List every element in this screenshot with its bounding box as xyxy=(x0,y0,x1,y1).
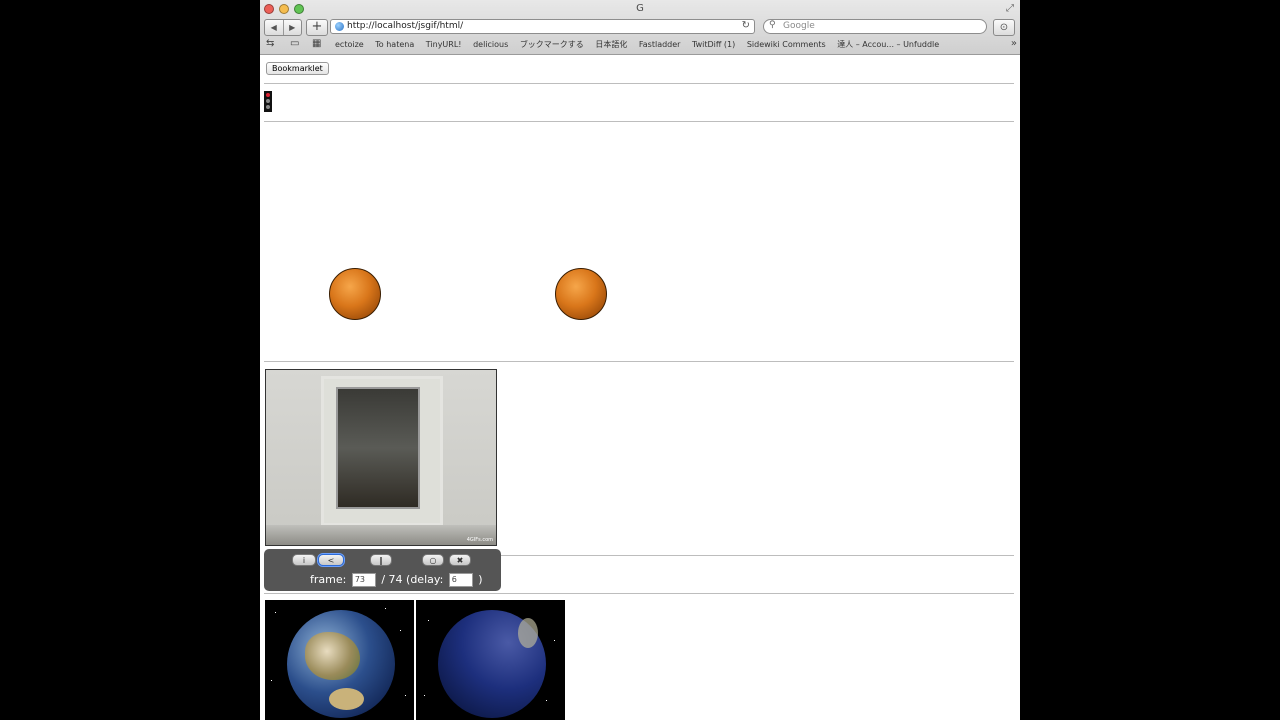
bouncing-ball-gif xyxy=(555,268,607,320)
bookmarklet-button[interactable]: Bookmarklet xyxy=(266,62,329,75)
url-text[interactable]: http://localhost/jsgif/html/ xyxy=(347,21,463,31)
bouncing-ball-gif xyxy=(329,268,381,320)
cat-door-gif: 4GIFs.com xyxy=(265,369,497,546)
globe-icon xyxy=(335,22,344,31)
back-forward-buttons: ◀ ▶ xyxy=(264,19,302,36)
delay-input[interactable]: 6 xyxy=(448,573,473,587)
step-button[interactable]: ○ xyxy=(422,554,444,566)
page-content: Bookmarklet 4GIFs.com i < ‖ ○ ✖ frame: 7… xyxy=(260,55,1020,720)
info-button[interactable]: i xyxy=(292,554,316,566)
close-player-button[interactable]: ✖ xyxy=(449,554,471,566)
bookmark-item[interactable]: Fastladder xyxy=(639,40,681,49)
frame-info: frame: 73 / 74 (delay: 6 ) xyxy=(310,573,483,587)
bookmark-item[interactable]: TinyURL! xyxy=(426,40,462,49)
bookmark-item[interactable]: TwitDiff (1) xyxy=(692,40,735,49)
bookmark-item[interactable]: ectoize xyxy=(335,40,364,49)
pause-button[interactable]: ‖ xyxy=(370,554,392,566)
divider xyxy=(264,83,1014,84)
browser-window: G ⤢ ◀ ▶ + http://localhost/jsgif/html/ ↻… xyxy=(260,0,1020,720)
frame-label: frame: xyxy=(310,573,347,586)
bookmark-item[interactable]: Sidewiki Comments xyxy=(747,40,826,49)
bookmark-item[interactable]: ブックマークする xyxy=(520,40,584,49)
sync-icon[interactable]: ⇆ xyxy=(266,38,274,49)
address-bar[interactable]: http://localhost/jsgif/html/ ↻ xyxy=(330,19,755,34)
divider xyxy=(264,121,1014,122)
bookmark-item[interactable]: To hatena xyxy=(375,40,414,49)
window-title: G xyxy=(636,3,644,14)
bookmark-item[interactable]: 達人 – Accou... – Unfuddle xyxy=(837,40,939,49)
rotating-earth-gif xyxy=(416,600,565,720)
step-back-button[interactable]: < xyxy=(318,554,344,566)
back-arrow-icon[interactable]: ◀ xyxy=(265,20,284,35)
frame-total: / 74 (delay: xyxy=(381,573,444,586)
bookmark-item[interactable]: delicious xyxy=(473,40,508,49)
search-placeholder: Google xyxy=(783,21,815,31)
bookmark-links: ectoize To hatena TinyURL! delicious ブック… xyxy=(335,39,948,50)
add-bookmark-button[interactable]: + xyxy=(306,19,328,36)
search-field[interactable]: ⚲ Google xyxy=(763,19,987,34)
top-sites-icon[interactable]: ▦ xyxy=(312,38,321,49)
reload-icon[interactable]: ↻ xyxy=(742,20,750,31)
reading-list-icon[interactable]: ▭ xyxy=(290,38,299,49)
chevron-right-icon[interactable]: » xyxy=(1011,38,1017,49)
traffic-light-gif xyxy=(264,91,272,112)
frame-number-input[interactable]: 73 xyxy=(351,573,376,587)
download-button[interactable]: ⊙ xyxy=(993,19,1015,36)
fullscreen-icon[interactable]: ⤢ xyxy=(1006,3,1014,14)
forward-arrow-icon[interactable]: ▶ xyxy=(284,20,302,35)
browser-toolbar: G ⤢ ◀ ▶ + http://localhost/jsgif/html/ ↻… xyxy=(260,0,1020,55)
bookmarks-bar: ⇆ ▭ ▦ ectoize To hatena TinyURL! delicio… xyxy=(260,37,1020,53)
magnifier-icon: ⚲ xyxy=(769,20,776,30)
divider xyxy=(264,593,1014,594)
delay-close: ) xyxy=(478,573,483,586)
divider xyxy=(264,361,1014,362)
bookmark-item[interactable]: 日本語化 xyxy=(595,40,627,49)
rotating-earth-gif xyxy=(265,600,414,720)
gif-credit: 4GIFs.com xyxy=(466,537,493,543)
gif-player-controls: i < ‖ ○ ✖ frame: 73 / 74 (delay: 6 ) xyxy=(264,549,501,591)
